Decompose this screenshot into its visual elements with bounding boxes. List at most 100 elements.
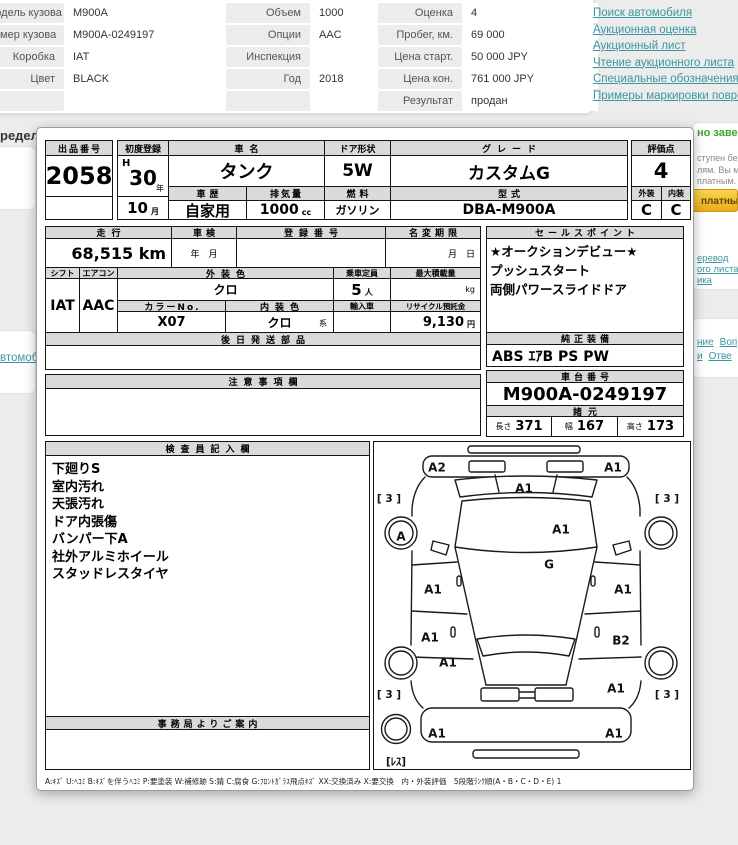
inspector-note: 天張汚れ [52, 496, 169, 514]
status-text-fragment: но заверш [697, 127, 738, 139]
vehicle-value: IAT [66, 47, 224, 67]
chassis-number-value: M900A-0249197 [486, 382, 684, 406]
vehicle-label: Год [226, 69, 310, 89]
vehicle-label [226, 91, 310, 111]
nav-links: Поиск автомобиля Аукционная оценка Аукцион… [593, 7, 738, 106]
office-info-header: 事務局よりご案内 [45, 716, 370, 730]
nav-link[interactable]: Поиск автомобиля [593, 7, 738, 19]
vehicle-value [66, 91, 224, 111]
vehicle-label: Цена старт. [378, 47, 462, 67]
vehicle-label: Результат [378, 91, 462, 111]
vehicle-value [312, 91, 376, 111]
inspector-note: ドア内張傷 [52, 514, 169, 532]
marker-rear-right-tire: [ 3 ] [655, 689, 679, 701]
right-text-line: лям. Вы м [697, 165, 738, 177]
grade-header: グレード [390, 140, 628, 156]
interior-grade-header: 内装 [661, 186, 691, 201]
car-name-value: タンク [168, 155, 325, 187]
first-registration-year: H 30 年 [117, 155, 169, 197]
marker-rear-door-right: B2 [612, 634, 630, 648]
aircon-value: AAC [79, 278, 118, 333]
era-letter: H [122, 158, 130, 169]
interior-grade-value: C [661, 200, 691, 220]
vehicle-value: M900A [66, 3, 224, 23]
nav-link[interactable]: Аукционный лист [593, 40, 738, 52]
first-registration-header: 初度登録 [117, 140, 169, 156]
registration-number-value [236, 238, 386, 268]
caution-notes-value [45, 388, 481, 436]
right-text-line: ступен бе [697, 153, 738, 165]
right-text-line: платным. [697, 176, 738, 188]
nav-link[interactable]: Аукционная оценка [593, 24, 738, 36]
inspector-notes-list: 下廻りS室内汚れ天張汚れドア内張傷バンパー下A社外アルミホイールスタッドレスタイ… [52, 461, 169, 584]
vehicle-value: продан [464, 91, 598, 111]
inspector-note: 社外アルミホイール [52, 549, 169, 567]
vehicle-label: Номер кузова [0, 25, 64, 45]
displacement-header: 排気量 [246, 186, 325, 201]
vehicle-label [0, 91, 64, 111]
nav-link[interactable]: Примеры маркировки поврежде [593, 90, 738, 102]
left-link-fragment[interactable]: втомоб [0, 352, 38, 364]
vehicle-value: 2018 [312, 69, 376, 89]
marker-rear-quarter-right: A1 [607, 682, 625, 696]
vehicle-table: Модель кузоваM900AОбъем1000Оценка4Номер … [0, 3, 590, 111]
inspector-notes-header: 検査員記入欄 [45, 441, 370, 456]
import-value [333, 311, 391, 333]
sales-points-lines: ★オークションデビュー★プッシュスタート両側パワースライドドア [490, 242, 680, 299]
sales-point-line: プッシュスタート [490, 261, 680, 280]
right-bottom-links: ниеВоприОтве [697, 332, 738, 360]
vehicle-value [312, 47, 376, 67]
sales-points-header: セールスポイント [486, 226, 684, 239]
door-shape-header: ドア形状 [324, 140, 391, 156]
history-header: 車歴 [168, 186, 247, 201]
score-value: 4 [631, 155, 691, 187]
max-load-value: kg [390, 278, 481, 301]
nav-link[interactable]: Чтение аукционного листа [593, 57, 738, 69]
vehicle-label: Цвет [0, 69, 64, 89]
left-heading-fragment: редел [0, 128, 39, 143]
vehicle-label: Опции [226, 25, 310, 45]
paid-access-button[interactable]: платным [690, 189, 738, 212]
nav-link[interactable]: Специальные обозначения [593, 73, 738, 85]
bottom-link-fragment[interactable]: и [697, 351, 703, 362]
model-code-value: DBA-M900A [390, 200, 628, 220]
exterior-grade-value: C [631, 200, 662, 220]
length-cell: 長さ371 [486, 416, 552, 437]
marker-front-door-right: A1 [614, 583, 632, 597]
caution-notes-header: 注意事項欄 [45, 374, 481, 389]
shaken-value: 年 月 [171, 238, 237, 268]
inspector-note: スタッドレスタイヤ [52, 566, 169, 584]
recycle-deposit-value: 9,130円 [390, 311, 481, 333]
lot-number-header: 出品番号 [45, 140, 113, 156]
vehicle-label: Объем [226, 3, 310, 23]
width-cell: 幅167 [551, 416, 618, 437]
auction-sheet-popup: 出品番号 2058 初度登録 H 30 年 10 月 車名 タンク 車歴 自家用… [36, 127, 694, 791]
grade-value: カスタムG [390, 155, 628, 187]
height-cell: 高さ173 [617, 416, 684, 437]
inspector-note: 下廻りS [52, 461, 169, 479]
background-panel-left-1 [0, 146, 36, 210]
right-link-fragment[interactable]: ого листа у [697, 264, 738, 275]
vehicle-label: Инспекция [226, 47, 310, 67]
exterior-grade-header: 外装 [631, 186, 662, 201]
marker-rear-bumper-right: A1 [605, 727, 623, 741]
vehicle-value: 50 000 JPY [464, 47, 598, 67]
bottom-link-fragment[interactable]: Отве [709, 351, 732, 362]
marker-rear-fender-left: A1 [439, 656, 457, 670]
name-change-value: 月 日 [385, 238, 481, 268]
right-link-fragment[interactable]: еревод [697, 253, 738, 264]
damage-legend: A:ｷｽﾞ U:ﾍｺﾐ B:ｷｽﾞを伴うﾍｺﾐ P:要塗装 W:補修跡 S:錆 … [45, 776, 691, 787]
vehicle-value: 4 [464, 3, 598, 23]
marker-rear-bumper-left: A1 [428, 727, 446, 741]
vehicle-value: 69 000 [464, 25, 598, 45]
right-link-fragment[interactable]: ика [697, 275, 738, 286]
fuel-value: ガソリン [324, 200, 391, 220]
door-shape-value: 5W [324, 155, 391, 187]
lot-number-empty-cell [45, 196, 113, 220]
marker-front-bumper-left: A2 [428, 461, 446, 475]
score-header: 評価点 [631, 140, 691, 156]
genuine-equipment-value: ABS ｴｱB PS PW [486, 344, 684, 367]
marker-front-left-wheel: A [396, 530, 406, 544]
displacement-value: 1000cc [246, 200, 325, 220]
right-links-fragment: ереводого листа уика [697, 253, 738, 286]
